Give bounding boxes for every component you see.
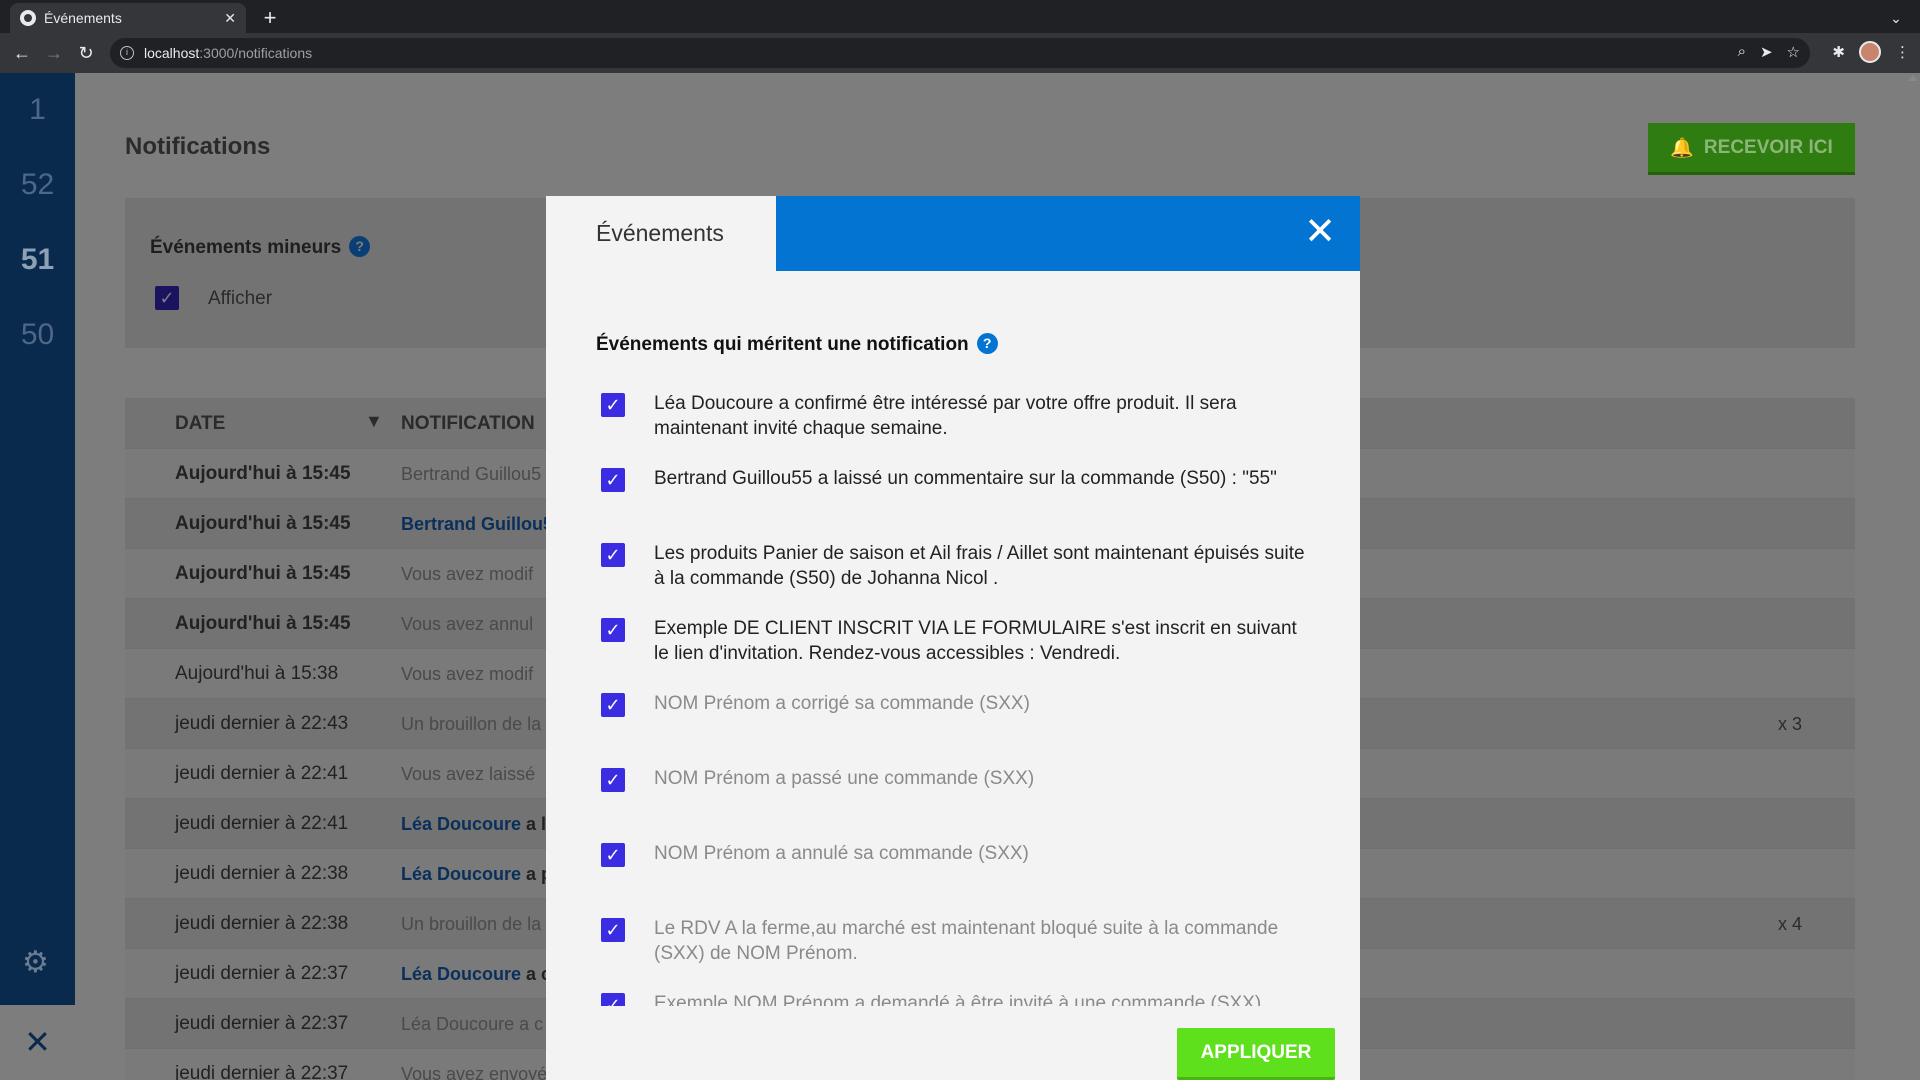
close-icon[interactable]: ✕ (0, 1005, 75, 1080)
row-notification: Vous avez modif (401, 564, 534, 584)
tab-title: Événements (44, 10, 122, 26)
column-notification[interactable]: NOTIFICATION (401, 413, 535, 435)
event-label: NOM Prénom a passé une commande (SXX) (654, 768, 1035, 789)
row-date: Aujourd'hui à 15:38 (175, 663, 339, 684)
profile-avatar[interactable] (1859, 41, 1881, 63)
events-modal: Événements ✕ Événements qui méritent une… (546, 196, 1360, 1080)
event-label: Léa Doucoure a confirmé être intéressé p… (654, 393, 1237, 439)
row-notification: Vous avez laissé (401, 764, 536, 784)
page-scrollbar[interactable] (1908, 73, 1918, 1080)
gear-icon[interactable]: ⚙ (22, 945, 49, 980)
page: 1 52 51 50 ⚙ ✕ Notifications 🔔 RECEVOIR … (0, 73, 1920, 1080)
sidebar-item-52[interactable]: 52 (0, 168, 75, 202)
event-checkbox[interactable]: ✓ (601, 468, 625, 492)
send-icon[interactable]: ➤ (1760, 43, 1773, 61)
new-tab-button[interactable]: + (256, 6, 284, 30)
row-user-link[interactable]: Léa Doucoure (401, 864, 521, 884)
event-checkbox[interactable]: ✓ (601, 768, 625, 792)
forward-icon[interactable]: → (42, 41, 66, 65)
event-label: Bertrand Guillou55 a laissé un commentai… (654, 468, 1277, 489)
page-title: Notifications (125, 133, 271, 160)
show-minor-checkbox[interactable]: ✓ (155, 286, 179, 310)
site-info-icon[interactable]: i (120, 46, 134, 60)
favicon-icon (20, 10, 36, 26)
modal-section-title: Événements qui méritent une notification… (596, 333, 998, 356)
modal-header: Événements ✕ (546, 196, 1360, 271)
event-checkbox[interactable]: ✓ (601, 543, 625, 567)
event-checkbox[interactable]: ✓ (601, 393, 625, 417)
row-date: Aujourd'hui à 15:45 (175, 563, 351, 584)
row-user-link[interactable]: Bertrand Guillou5 (401, 514, 553, 534)
event-label: Les produits Panier de saison et Ail fra… (654, 543, 1305, 589)
row-notification: Vous avez modif (401, 664, 534, 684)
column-date[interactable]: DATE (175, 413, 225, 435)
row-date: jeudi dernier à 22:37 (175, 1013, 349, 1034)
browser-tabbar: Événements ✕ + ⌄ (0, 0, 1920, 33)
row-date: Aujourd'hui à 15:45 (175, 513, 351, 534)
event-label: Exemple DE CLIENT INSCRIT VIA LE FORMULA… (654, 618, 1297, 664)
row-notification: Léa Doucoure a p (401, 864, 553, 884)
row-date: jeudi dernier à 22:37 (175, 1063, 349, 1080)
browser-toolbar: ← → ↻ i localhost:3000/notifications ⌕ ➤… (0, 33, 1920, 73)
help-icon[interactable]: ? (349, 236, 371, 257)
minor-events-label: Événements mineurs? (150, 236, 371, 259)
row-date: jeudi dernier à 22:38 (175, 863, 349, 884)
row-notification: Un brouillon de la (401, 914, 542, 934)
row-date: jeudi dernier à 22:43 (175, 713, 349, 734)
event-label: NOM Prénom a corrigé sa commande (SXX) (654, 693, 1030, 714)
zoom-icon[interactable]: ⌕ (1738, 43, 1746, 61)
tab-search-icon[interactable]: ⌄ (1884, 6, 1908, 30)
row-notification: Léa Doucoure a l (401, 814, 547, 834)
row-date: jeudi dernier à 22:41 (175, 763, 349, 784)
extensions-icon[interactable]: ✱ (1832, 43, 1845, 61)
row-user-link[interactable]: Léa Doucoure (401, 814, 521, 834)
bell-icon: 🔔 (1670, 137, 1694, 159)
modal-tab-events[interactable]: Événements (546, 196, 776, 271)
bookmark-star-icon[interactable]: ☆ (1787, 43, 1800, 61)
row-notification: Vous avez annul (401, 614, 534, 634)
row-user-link[interactable]: Léa Doucoure (401, 964, 521, 984)
row-notification: Bertrand Guillou5 (401, 514, 553, 535)
event-list[interactable]: ✓ Léa Doucoure a confirmé être intéressé … (596, 391, 1326, 1006)
sidebar-item-51[interactable]: 51 (0, 243, 75, 277)
close-icon[interactable]: ✕ (1300, 212, 1340, 252)
sidebar-item-1[interactable]: 1 (0, 93, 75, 127)
row-date: Aujourd'hui à 15:45 (175, 613, 351, 634)
event-checkbox[interactable]: ✓ (601, 993, 625, 1006)
event-checkbox[interactable]: ✓ (601, 618, 625, 642)
row-date: jeudi dernier à 22:41 (175, 813, 349, 834)
row-notification: Léa Doucoure a c (401, 1014, 544, 1034)
row-date: jeudi dernier à 22:37 (175, 963, 349, 984)
row-date: Aujourd'hui à 15:45 (175, 463, 351, 484)
event-label: Le RDV A la ferme,au marché est maintena… (654, 918, 1279, 964)
apply-button[interactable]: APPLIQUER (1177, 1028, 1335, 1080)
help-icon[interactable]: ? (976, 333, 998, 354)
sidebar-item-50[interactable]: 50 (0, 318, 75, 352)
tab-close-icon[interactable]: ✕ (224, 10, 236, 27)
receive-here-button[interactable]: 🔔 RECEVOIR ICI (1648, 123, 1855, 175)
url-text: localhost:3000/notifications (144, 45, 313, 61)
event-label: Exemple NOM Prénom a demandé à être invi… (654, 993, 1262, 1006)
row-notification: Bertrand Guillou5 (401, 464, 542, 484)
show-minor-label: Afficher (208, 288, 273, 309)
event-checkbox[interactable]: ✓ (601, 918, 625, 942)
reload-icon[interactable]: ↻ (74, 41, 98, 65)
browser-tab[interactable]: Événements ✕ (10, 3, 246, 33)
row-date: jeudi dernier à 22:38 (175, 913, 349, 934)
sidebar: 1 52 51 50 ⚙ ✕ (0, 73, 75, 1080)
event-checkbox[interactable]: ✓ (601, 843, 625, 867)
event-checkbox[interactable]: ✓ (601, 693, 625, 717)
row-notification: Un brouillon de la (401, 714, 542, 734)
row-notification: Léa Doucoure a c (401, 964, 552, 984)
receive-here-label: RECEVOIR ICI (1703, 136, 1833, 158)
row-count: x 3 (1778, 714, 1803, 734)
browser-menu-icon[interactable]: ⋮ (1895, 43, 1910, 61)
sort-down-icon[interactable]: ▼ (365, 411, 383, 432)
back-icon[interactable]: ← (10, 41, 34, 65)
row-count: x 4 (1778, 914, 1803, 934)
address-bar[interactable]: i localhost:3000/notifications ⌕ ➤ ☆ (110, 38, 1810, 68)
event-label: NOM Prénom a annulé sa commande (SXX) (654, 843, 1029, 864)
